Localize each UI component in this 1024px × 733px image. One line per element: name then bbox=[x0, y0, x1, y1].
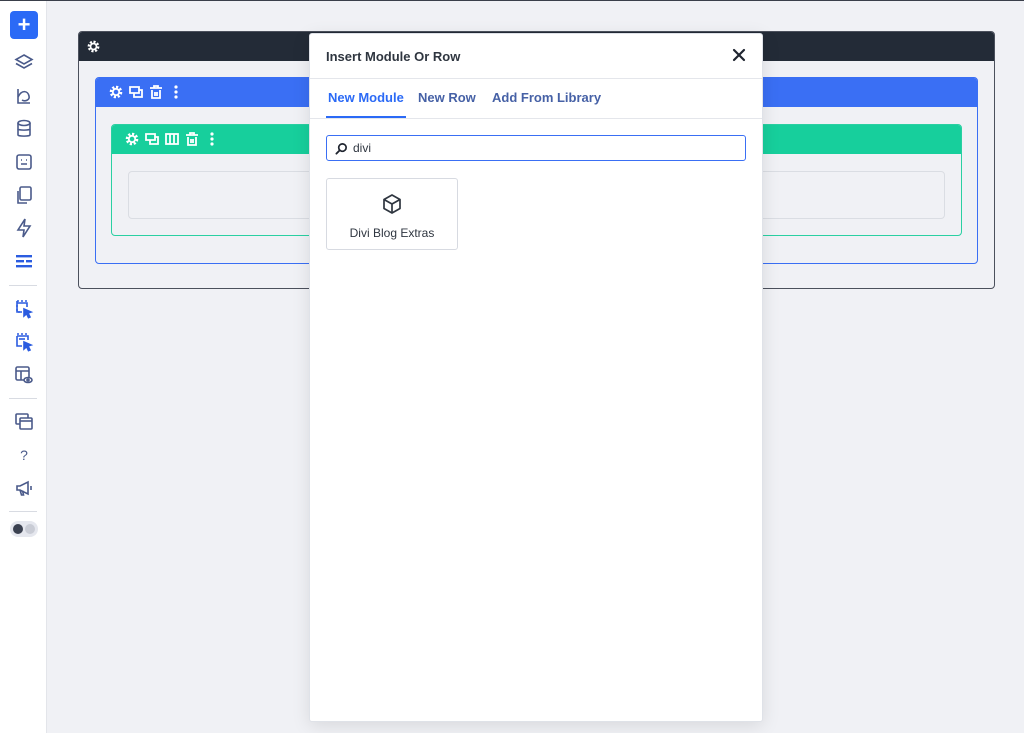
help-icon[interactable]: ? bbox=[13, 444, 35, 466]
toggle-knob bbox=[13, 524, 23, 534]
layers-icon[interactable] bbox=[13, 52, 35, 74]
select-element-icon[interactable] bbox=[13, 298, 35, 320]
left-sidebar: + ? bbox=[0, 1, 47, 733]
modal-header: Insert Module Or Row bbox=[310, 34, 762, 79]
gear-icon[interactable] bbox=[108, 84, 124, 100]
lightning-icon[interactable] bbox=[13, 217, 35, 239]
palette-icon[interactable] bbox=[13, 85, 35, 107]
toggle-knob-inactive bbox=[25, 524, 35, 534]
windows-icon[interactable] bbox=[13, 411, 35, 433]
more-options-icon[interactable] bbox=[204, 131, 220, 147]
top-border bbox=[0, 0, 1024, 1]
sidebar-divider bbox=[9, 398, 37, 399]
tab-add-from-library[interactable]: Add From Library bbox=[492, 78, 601, 118]
sidebar-divider bbox=[9, 285, 37, 286]
module-label: Divi Blog Extras bbox=[349, 226, 435, 240]
trash-icon[interactable] bbox=[184, 131, 200, 147]
more-options-icon[interactable] bbox=[168, 84, 184, 100]
close-icon[interactable] bbox=[730, 46, 748, 64]
cube-icon bbox=[383, 194, 401, 214]
insert-module-modal: Insert Module Or Row New Module New Row … bbox=[309, 33, 763, 722]
template-icon[interactable] bbox=[13, 151, 35, 173]
megaphone-icon[interactable] bbox=[13, 477, 35, 499]
columns-icon[interactable] bbox=[164, 131, 180, 147]
preview-layout-icon[interactable] bbox=[13, 364, 35, 386]
duplicate-icon[interactable] bbox=[128, 84, 144, 100]
search-input[interactable] bbox=[353, 138, 733, 158]
module-card-divi-blog-extras[interactable]: Divi Blog Extras bbox=[326, 178, 458, 250]
close-button[interactable] bbox=[730, 46, 748, 64]
sidebar-divider bbox=[9, 511, 37, 512]
tab-new-module[interactable]: New Module bbox=[326, 78, 406, 118]
modal-title: Insert Module Or Row bbox=[326, 49, 461, 64]
gear-icon[interactable] bbox=[86, 39, 101, 54]
search-icon bbox=[335, 143, 347, 155]
search-box[interactable] bbox=[326, 135, 746, 161]
trash-icon[interactable] bbox=[148, 84, 164, 100]
select-multiple-icon[interactable] bbox=[13, 331, 35, 353]
modal-tabs: New Module New Row Add From Library bbox=[310, 78, 762, 119]
duplicate-icon[interactable] bbox=[144, 131, 160, 147]
theme-toggle[interactable] bbox=[10, 521, 38, 537]
settings-sliders-icon[interactable] bbox=[13, 250, 35, 272]
database-icon[interactable] bbox=[13, 118, 35, 140]
tab-new-row[interactable]: New Row bbox=[418, 78, 476, 118]
pages-icon[interactable] bbox=[13, 184, 35, 206]
gear-icon[interactable] bbox=[124, 131, 140, 147]
add-button[interactable]: + bbox=[10, 11, 38, 39]
